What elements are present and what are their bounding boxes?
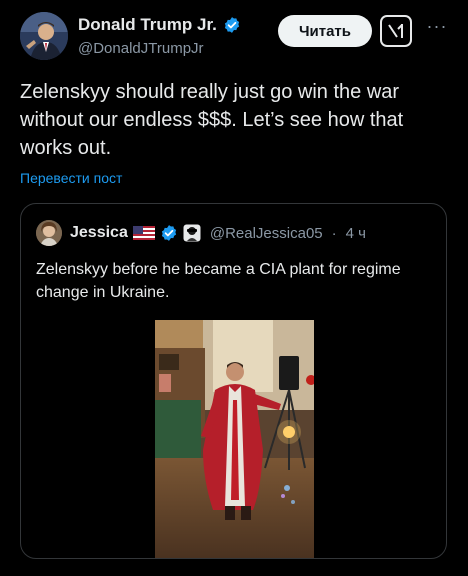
quoted-verified-badge-icon xyxy=(161,225,176,241)
author-handle[interactable]: @DonaldJTrumpJr xyxy=(78,40,241,57)
quoted-post-time[interactable]: 4 ч xyxy=(346,225,366,242)
author-names: Donald Trump Jr. @DonaldJTrumpJr xyxy=(78,14,241,57)
tweet-text: Zelenskyy should really just go win the … xyxy=(20,81,404,159)
quoted-author-display-name[interactable]: Jessica xyxy=(70,224,128,242)
author-avatar[interactable] xyxy=(20,12,68,60)
affiliate-badge-icon xyxy=(183,224,201,242)
translate-post-link[interactable]: Перевести пост xyxy=(20,170,122,186)
quoted-author-handle[interactable]: @RealJessica05 xyxy=(210,225,323,242)
post-header: Donald Trump Jr. @DonaldJTrumpJr Читать … xyxy=(20,12,450,62)
author-display-name[interactable]: Donald Trump Jr. xyxy=(78,15,217,35)
follow-button[interactable]: Читать xyxy=(278,15,372,47)
grok-icon[interactable] xyxy=(380,15,412,47)
quoted-post-text: Zelenskyy before he became a CIA plant f… xyxy=(36,261,401,301)
quoted-author-avatar[interactable] xyxy=(36,220,62,246)
dot-separator: · xyxy=(331,224,337,242)
more-dots-icon[interactable]: ··· xyxy=(424,16,450,42)
us-flag-icon xyxy=(132,226,155,240)
verified-badge-icon xyxy=(224,17,239,33)
video-thumbnail[interactable] xyxy=(155,320,314,558)
quoted-post-header: Jessica @RealJessica05 · 4 ч xyxy=(36,220,366,246)
post-view: Donald Trump Jr. @DonaldJTrumpJr Читать … xyxy=(0,0,468,576)
quoted-post[interactable]: Jessica @RealJessica05 · 4 ч Zelenskyy b… xyxy=(20,203,447,559)
